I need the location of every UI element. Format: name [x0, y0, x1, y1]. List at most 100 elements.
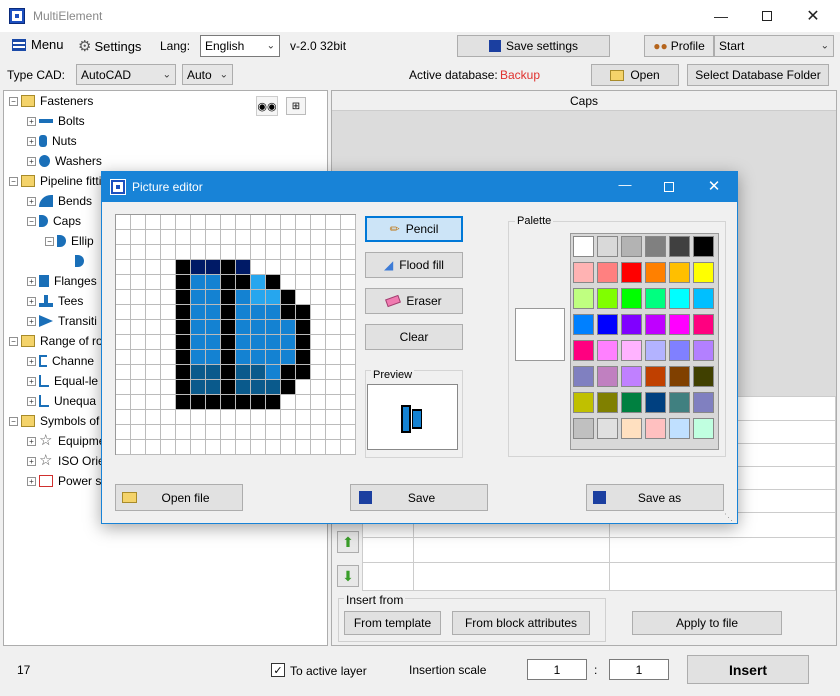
- to-active-layer-checkbox[interactable]: ✓: [271, 663, 285, 677]
- dialog-minimize-icon[interactable]: —: [610, 177, 640, 197]
- pixel-cell[interactable]: [131, 230, 146, 245]
- expand-toggle-icon[interactable]: +: [27, 476, 36, 486]
- tree-item[interactable]: − Caps: [27, 211, 81, 231]
- pixel-cell[interactable]: [311, 215, 326, 230]
- profile-button[interactable]: ●● Profile: [644, 35, 714, 57]
- pixel-cell[interactable]: [341, 230, 356, 245]
- palette-swatch[interactable]: [573, 340, 594, 361]
- pixel-cell[interactable]: [146, 215, 161, 230]
- pixel-cell[interactable]: [161, 425, 176, 440]
- pixel-cell[interactable]: [191, 395, 206, 410]
- pixel-cell[interactable]: [206, 245, 221, 260]
- tree-item[interactable]: + Unequa: [27, 391, 96, 411]
- pixel-cell[interactable]: [266, 395, 281, 410]
- palette-grid[interactable]: [570, 233, 719, 450]
- pixel-cell[interactable]: [236, 275, 251, 290]
- pixel-cell[interactable]: [146, 365, 161, 380]
- pixel-cell[interactable]: [221, 320, 236, 335]
- pixel-cell[interactable]: [191, 305, 206, 320]
- pixel-cell[interactable]: [191, 215, 206, 230]
- pixel-cell[interactable]: [251, 380, 266, 395]
- palette-swatch[interactable]: [693, 262, 714, 283]
- tree-item[interactable]: + Bends: [27, 191, 92, 211]
- clear-button[interactable]: Clear: [365, 324, 463, 350]
- select-db-folder-button[interactable]: Select Database Folder: [687, 64, 829, 86]
- save-button[interactable]: Save: [350, 484, 488, 511]
- pixel-cell[interactable]: [221, 260, 236, 275]
- pixel-cell[interactable]: [146, 335, 161, 350]
- pixel-cell[interactable]: [146, 290, 161, 305]
- minimize-icon[interactable]: —: [698, 0, 744, 32]
- pixel-cell[interactable]: [146, 395, 161, 410]
- pixel-cell[interactable]: [326, 305, 341, 320]
- cad-select[interactable]: AutoCAD ⌄: [76, 64, 176, 85]
- pixel-cell[interactable]: [251, 350, 266, 365]
- pixel-cell[interactable]: [296, 230, 311, 245]
- insert-button[interactable]: Insert: [687, 655, 809, 684]
- palette-swatch[interactable]: [621, 392, 642, 413]
- pixel-cell[interactable]: [296, 320, 311, 335]
- pixel-cell[interactable]: [221, 350, 236, 365]
- pixel-cell[interactable]: [131, 290, 146, 305]
- palette-swatch[interactable]: [573, 288, 594, 309]
- pixel-cell[interactable]: [311, 290, 326, 305]
- pixel-cell[interactable]: [206, 335, 221, 350]
- pixel-cell[interactable]: [131, 275, 146, 290]
- pixel-cell[interactable]: [176, 380, 191, 395]
- pixel-cell[interactable]: [341, 425, 356, 440]
- palette-swatch[interactable]: [693, 314, 714, 335]
- pixel-cell[interactable]: [251, 335, 266, 350]
- pixel-cell[interactable]: [341, 380, 356, 395]
- pixel-cell[interactable]: [221, 365, 236, 380]
- pixel-cell[interactable]: [326, 335, 341, 350]
- open-database-button[interactable]: Open: [591, 64, 679, 86]
- pixel-cell[interactable]: [296, 380, 311, 395]
- pixel-cell[interactable]: [146, 275, 161, 290]
- pencil-button[interactable]: ✏ Pencil: [365, 216, 463, 242]
- expand-toggle-icon[interactable]: +: [27, 376, 36, 386]
- pixel-cell[interactable]: [236, 350, 251, 365]
- move-down-button[interactable]: ⬇: [337, 565, 359, 587]
- pixel-cell[interactable]: [341, 245, 356, 260]
- pixel-cell[interactable]: [341, 335, 356, 350]
- pixel-cell[interactable]: [311, 320, 326, 335]
- pixel-cell[interactable]: [221, 440, 236, 455]
- pixel-cell[interactable]: [326, 290, 341, 305]
- pixel-cell[interactable]: [311, 440, 326, 455]
- tree-item[interactable]: + Power s: [27, 471, 101, 491]
- pixel-cell[interactable]: [341, 440, 356, 455]
- pixel-cell[interactable]: [296, 335, 311, 350]
- pixel-cell[interactable]: [341, 395, 356, 410]
- pixel-cell[interactable]: [221, 275, 236, 290]
- pixel-cell[interactable]: [221, 215, 236, 230]
- pixel-cell[interactable]: [176, 290, 191, 305]
- pixel-cell[interactable]: [161, 410, 176, 425]
- pixel-cell[interactable]: [161, 350, 176, 365]
- pixel-cell[interactable]: [146, 305, 161, 320]
- pixel-cell[interactable]: [266, 260, 281, 275]
- pixel-cell[interactable]: [311, 275, 326, 290]
- pixel-cell[interactable]: [116, 410, 131, 425]
- pixel-cell[interactable]: [176, 305, 191, 320]
- palette-swatch[interactable]: [573, 366, 594, 387]
- mode-select[interactable]: Auto ⌄: [182, 64, 233, 85]
- pixel-cell[interactable]: [341, 410, 356, 425]
- pixel-cell[interactable]: [266, 410, 281, 425]
- pixel-cell[interactable]: [191, 320, 206, 335]
- expand-toggle-icon[interactable]: +: [27, 396, 36, 406]
- pixel-cell[interactable]: [281, 410, 296, 425]
- tree-item[interactable]: − Fasteners: [9, 91, 93, 111]
- pixel-cell[interactable]: [251, 395, 266, 410]
- pixel-cell[interactable]: [341, 320, 356, 335]
- pixel-cell[interactable]: [161, 395, 176, 410]
- pixel-cell[interactable]: [131, 260, 146, 275]
- pixel-cell[interactable]: [281, 380, 296, 395]
- pixel-cell[interactable]: [236, 380, 251, 395]
- pixel-cell[interactable]: [341, 215, 356, 230]
- pixel-cell[interactable]: [116, 425, 131, 440]
- tree-item[interactable]: − Range of ro: [9, 331, 103, 351]
- pixel-cell[interactable]: [251, 230, 266, 245]
- scale-a-input[interactable]: 1: [527, 659, 587, 680]
- pixel-cell[interactable]: [266, 275, 281, 290]
- pixel-cell[interactable]: [176, 335, 191, 350]
